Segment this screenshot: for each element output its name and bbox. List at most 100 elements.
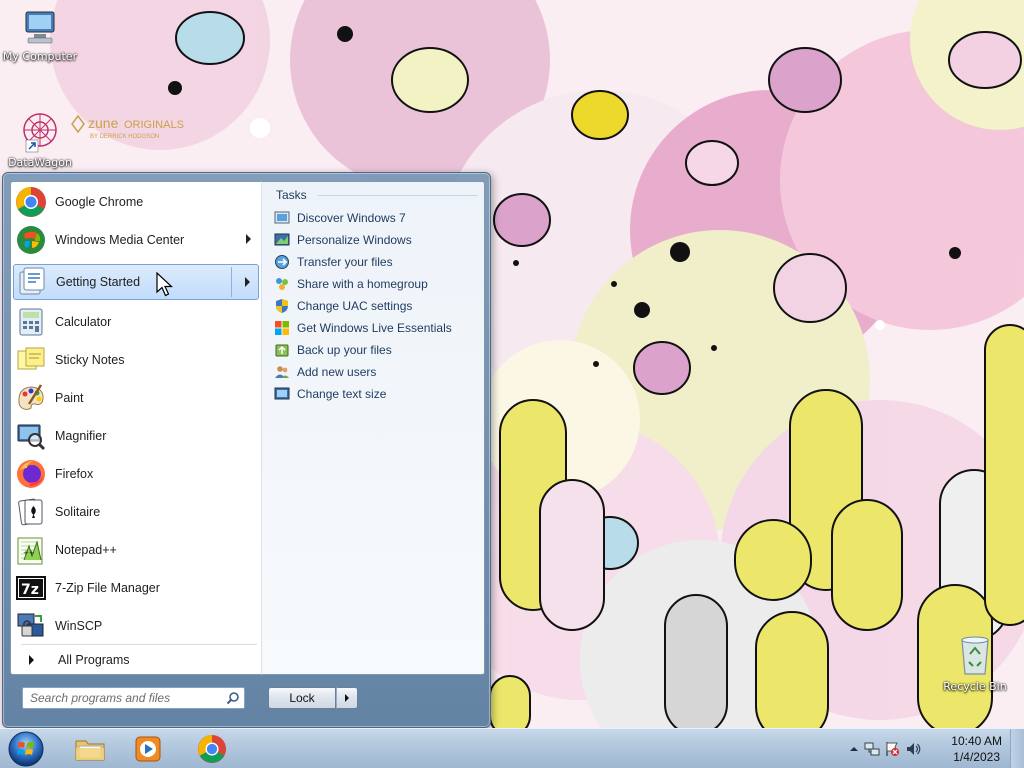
action-center-flag-icon[interactable] [884, 741, 900, 757]
expand-arrow-icon [29, 655, 34, 665]
start-item-7zip-file-manager[interactable]: 7z 7-Zip File Manager [13, 570, 259, 606]
taskbar-clock[interactable]: 10:40 AM 1/4/2023 [951, 733, 1002, 765]
recycle-bin-icon [961, 636, 989, 675]
start-item-notepad-plus-plus[interactable]: ++ Notepad++ [13, 532, 259, 568]
firefox-icon [15, 458, 47, 490]
task-personalize-windows[interactable]: Personalize Windows [274, 230, 412, 250]
search-icon[interactable] [226, 691, 240, 708]
windows-flag-icon [274, 320, 290, 336]
task-change-text-size[interactable]: Change text size [274, 384, 386, 404]
task-label: Get Windows Live Essentials [297, 321, 452, 335]
start-item-label: Google Chrome [55, 195, 144, 209]
tasks-heading: Tasks [276, 188, 307, 202]
desktop-icon-label: Recycle Bin [943, 680, 1007, 693]
start-search-box[interactable] [22, 687, 245, 709]
computer-icon [25, 11, 55, 44]
taskbar-explorer-button[interactable] [62, 732, 118, 766]
getting-started-icon [16, 266, 48, 298]
start-item-label: Magnifier [55, 429, 107, 443]
start-item-paint[interactable]: Paint [13, 380, 259, 416]
start-menu-tasks-pane: Tasks Discover Windows 7 Personalize Win… [261, 181, 485, 675]
lock-button[interactable]: Lock [268, 687, 336, 709]
svg-text:++: ++ [23, 549, 35, 557]
start-item-magnifier[interactable]: Magnifier [13, 418, 259, 454]
chrome-icon [197, 734, 227, 764]
task-label: Back up your files [297, 343, 392, 357]
start-item-windows-media-center[interactable]: Windows Media Center [13, 222, 259, 258]
task-get-windows-live-essentials[interactable]: Get Windows Live Essentials [274, 318, 452, 338]
volume-icon[interactable] [906, 741, 922, 757]
expand-arrow-icon [345, 694, 349, 702]
taskbar: 10:40 AM 1/4/2023 [0, 728, 1024, 768]
start-item-label: Calculator [55, 315, 112, 329]
start-item-label: Firefox [55, 467, 94, 481]
transfer-icon [274, 254, 290, 270]
task-label: Change text size [297, 387, 387, 401]
task-label: Discover Windows 7 [297, 211, 406, 225]
windows-orb-icon [8, 731, 44, 767]
folder-icon [75, 740, 105, 761]
show-desktop-button[interactable] [1010, 729, 1024, 768]
clock-date: 1/4/2023 [953, 750, 1000, 764]
menu-item-split-divider [231, 267, 232, 297]
discover-icon [274, 210, 290, 226]
task-change-uac-settings[interactable]: Change UAC settings [274, 296, 412, 316]
backup-icon [274, 342, 290, 358]
mouse-cursor-icon [156, 271, 174, 301]
start-item-label: Solitaire [55, 505, 101, 519]
start-item-solitaire[interactable]: Solitaire [13, 494, 259, 530]
submenu-arrow-icon[interactable] [245, 277, 250, 287]
shutdown-options-button[interactable] [336, 687, 358, 709]
datawagon-shortcut-icon [23, 113, 57, 153]
task-share-homegroup[interactable]: Share with a homegroup [274, 274, 428, 294]
start-item-winscp[interactable]: WinSCP [13, 608, 259, 644]
magnifier-icon [15, 420, 47, 452]
all-programs-separator [21, 644, 257, 645]
start-item-label: Getting Started [56, 275, 141, 289]
sticky-notes-icon [15, 344, 47, 376]
svg-text:zune: zune [88, 115, 119, 131]
7zip-icon: 7z [15, 572, 47, 604]
desktop-icon-recycle-bin[interactable]: Recycle Bin [935, 632, 1015, 693]
zune-logo-art: zune ORIGINALS BY DERRICK HODGSON [71, 114, 184, 140]
lock-button-label: Lock [289, 691, 315, 705]
start-menu-programs-pane: Google Chrome Windows Media Center Getti… [10, 181, 261, 675]
task-transfer-files[interactable]: Transfer your files [274, 252, 393, 272]
task-back-up-files[interactable]: Back up your files [274, 340, 392, 360]
start-item-sticky-notes[interactable]: Sticky Notes [13, 342, 259, 378]
taskbar-chrome-button[interactable] [184, 732, 240, 766]
network-icon[interactable] [864, 741, 880, 757]
show-hidden-icons-arrow-icon[interactable] [846, 741, 862, 757]
users-icon [274, 364, 290, 380]
start-item-getting-started[interactable]: Getting Started [13, 264, 259, 300]
zune-originals-logo: zune ORIGINALS BY DERRICK HODGSON [70, 112, 190, 145]
media-center-icon [15, 224, 47, 256]
task-label: Add new users [297, 365, 377, 379]
start-item-firefox[interactable]: Firefox [13, 456, 259, 492]
desktop-icon-datawagon[interactable]: DataWagon [0, 110, 80, 169]
start-button[interactable] [6, 730, 46, 768]
desktop-icon-my-computer[interactable]: My Computer [0, 8, 80, 63]
winscp-icon [15, 610, 47, 642]
task-add-new-users[interactable]: Add new users [274, 362, 376, 382]
all-programs-button[interactable]: All Programs [13, 648, 259, 672]
search-input[interactable] [30, 691, 225, 705]
start-item-label: Sticky Notes [55, 353, 125, 367]
calculator-icon [15, 306, 47, 338]
uac-shield-icon [274, 298, 290, 314]
taskbar-media-player-button[interactable] [120, 732, 176, 766]
desktop-icon-label: DataWagon [8, 156, 72, 169]
clock-time: 10:40 AM [951, 734, 1002, 748]
svg-text:7z: 7z [21, 582, 39, 598]
svg-text:BY DERRICK HODGSON: BY DERRICK HODGSON [90, 134, 159, 140]
submenu-arrow-icon[interactable] [246, 234, 251, 244]
start-item-google-chrome[interactable]: Google Chrome [13, 184, 259, 220]
text-size-icon [274, 386, 290, 402]
start-item-calculator[interactable]: Calculator [13, 304, 259, 340]
start-item-label: Notepad++ [55, 543, 117, 557]
solitaire-icon [15, 496, 47, 528]
personalize-icon [274, 232, 290, 248]
svg-text:ORIGINALS: ORIGINALS [124, 119, 184, 131]
task-discover-windows[interactable]: Discover Windows 7 [274, 208, 406, 228]
notepad-plus-plus-icon: ++ [15, 534, 47, 566]
